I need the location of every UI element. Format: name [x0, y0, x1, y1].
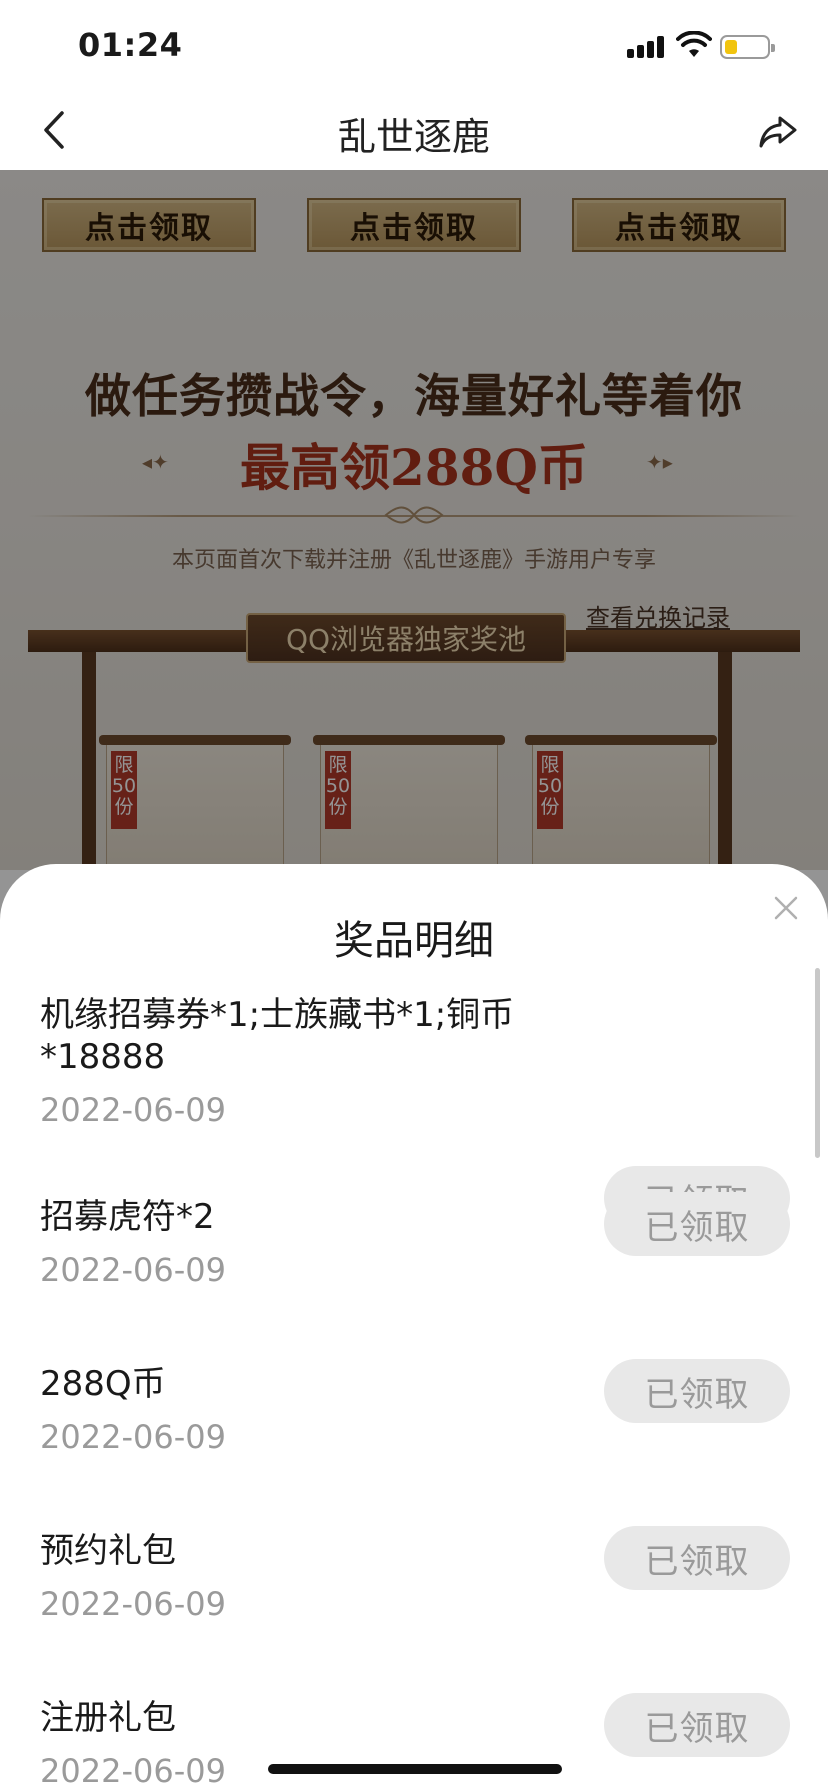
claimed-button[interactable]: 已领取: [604, 1526, 790, 1590]
list-item: 288Q币 2022-06-09 已领取: [40, 1359, 790, 1457]
prize-date: 2022-06-09: [40, 1251, 226, 1289]
close-button[interactable]: [764, 886, 808, 930]
list-item: 招募虎符*2 2022-06-09 已领取: [40, 1192, 790, 1290]
list-item: 注册礼包 2022-06-09 已领取: [40, 1693, 790, 1791]
claimed-button[interactable]: 已领取: [604, 1693, 790, 1757]
home-indicator[interactable]: [268, 1764, 562, 1774]
list-item: 机缘招募券*1;士族藏书*1;铜币*18888 2022-06-09 已领取: [40, 994, 790, 1230]
prize-name: 机缘招募券*1;士族藏书*1;铜币*18888: [40, 995, 515, 1077]
prize-date: 2022-06-09: [40, 1418, 226, 1456]
page-title: 乱世逐鹿: [337, 115, 490, 159]
scrollbar[interactable]: [815, 968, 820, 1158]
prize-name: 注册礼包: [40, 1698, 176, 1738]
share-button[interactable]: [748, 102, 808, 162]
share-icon: [759, 116, 797, 148]
prize-name: 招募虎符*2: [40, 1197, 215, 1237]
status-time: 01:24: [78, 26, 183, 64]
list-item: 预约礼包 2022-06-09 已领取: [40, 1526, 790, 1624]
claimed-button[interactable]: 已领取: [604, 1192, 790, 1256]
prize-name: 288Q币: [40, 1364, 166, 1404]
claimed-button[interactable]: 已领取: [604, 1359, 790, 1423]
wifi-icon: [676, 31, 712, 57]
prize-date: 2022-06-09: [40, 1091, 226, 1129]
prize-date: 2022-06-09: [40, 1585, 226, 1623]
nav-bar: 乱世逐鹿: [0, 92, 828, 170]
sheet-title: 奖品明细: [334, 918, 494, 964]
prize-details-sheet: 奖品明细 机缘招募券*1;士族藏书*1;铜币*18888 2022-06-09 …: [0, 864, 828, 1792]
close-icon: [774, 896, 798, 920]
status-bar: 01:24: [0, 0, 828, 92]
signal-icon: [627, 36, 667, 58]
prize-name: 预约礼包: [40, 1531, 176, 1571]
battery-icon: [720, 35, 775, 59]
